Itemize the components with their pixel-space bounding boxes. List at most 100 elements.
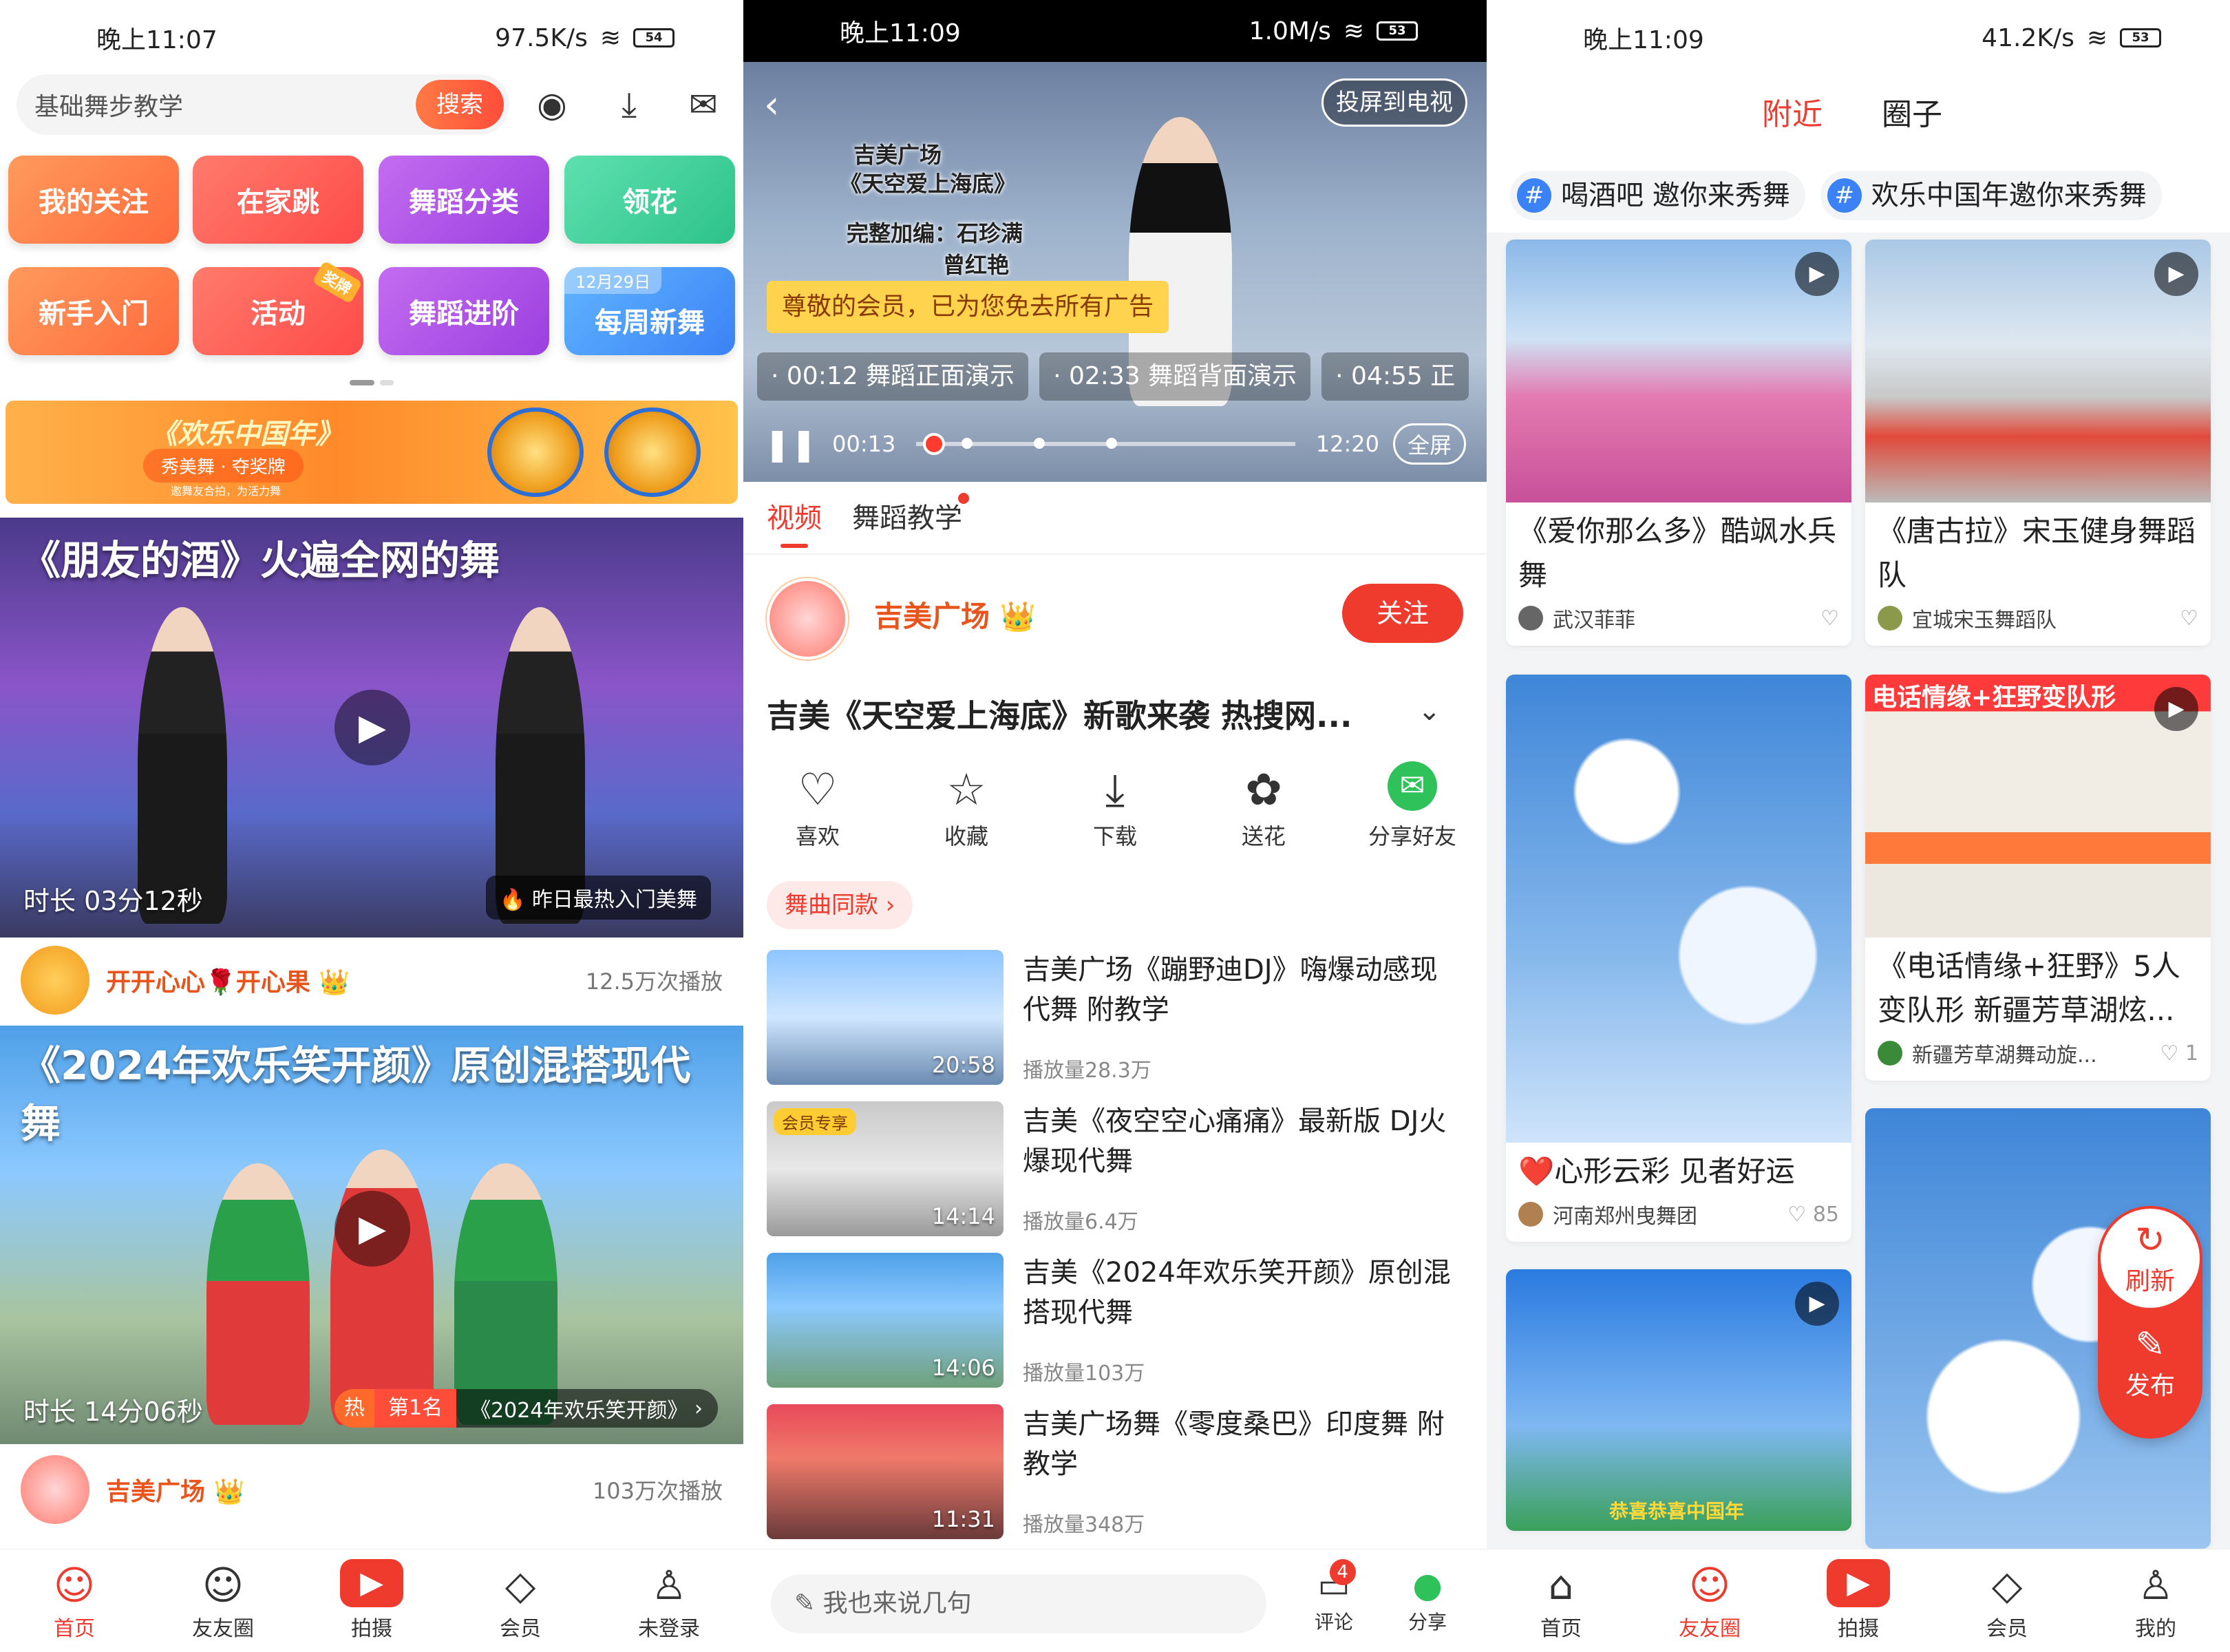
tab-membership[interactable]: ◇ 会员 — [1933, 1549, 2081, 1652]
grid-activities[interactable]: 活动 奖牌 — [193, 260, 363, 355]
related-video[interactable]: 会员专享 14:14 吉美《夜空空心痛痛》最新版 DJ火爆现代舞 播放量6.4万 — [767, 1101, 1463, 1236]
video-player[interactable]: ‹ 投屏到电视 吉美广场 《天空爱上海底》 完整加编：石珍满 曾红艳 尊敬的会员… — [743, 62, 1487, 482]
card-author: 宜城宋玉舞蹈队 — [1912, 608, 2057, 633]
tab-nearby[interactable]: 附近 — [1762, 89, 1823, 134]
same-song-tag[interactable]: 舞曲同款 › — [767, 881, 913, 929]
vip-badge: 会员专享 — [774, 1108, 856, 1135]
bottom-tab-bar: ☺ 首页 ☺ 友友圈 ▶ 拍摄 ◇ 会员 ♙ 未登录 — [0, 1549, 743, 1652]
avatar[interactable] — [21, 1455, 89, 1524]
camera-icon: ▶ — [1827, 1559, 1890, 1607]
search-input[interactable]: 基础舞步教学 搜索 — [17, 74, 509, 135]
channel-name[interactable]: 吉美广场 👑 — [874, 593, 1036, 635]
pause-icon[interactable]: ❚❚ — [764, 425, 817, 463]
video-author-row[interactable]: 吉美广场 👑 103万次播放 — [0, 1448, 743, 1531]
channel-avatar[interactable] — [767, 578, 848, 659]
chapter-item[interactable]: · 04:55 正 — [1321, 352, 1469, 401]
record-icon[interactable]: ◉ — [530, 83, 574, 127]
chevron-down-icon[interactable]: ⌄ — [1418, 695, 1441, 727]
tab-home[interactable]: ⌂ 首页 — [1487, 1549, 1635, 1652]
feed-card[interactable]: ▶ 《爱你那么多》酷飒水兵舞 武汉菲菲 ♡ — [1506, 240, 1851, 646]
send-flower-button[interactable]: ✿ 送花 — [1189, 761, 1338, 851]
promo-banner[interactable]: 《欢乐中国年》 秀美舞 · 夺奖牌 邀舞友合拍，为活力舞 — [6, 401, 738, 504]
author-name[interactable]: 吉美广场 👑 — [106, 1472, 593, 1507]
avatar[interactable] — [21, 946, 89, 1015]
refresh-button[interactable]: ↻ 刷新 — [2098, 1206, 2202, 1311]
progress-track[interactable] — [916, 433, 1295, 455]
video-author-row[interactable]: 开开心心🌹开心果 👑 12.5万次播放 — [0, 939, 743, 1021]
chapter-marker[interactable] — [1033, 438, 1045, 449]
download-icon[interactable]: ⤓ — [607, 83, 651, 127]
comment-bar: ✎ 我也来说几句 ▭ 4 评论 ● 分享 — [743, 1549, 1487, 1652]
banner-note: 邀舞友合拍，为活力舞 — [171, 485, 282, 498]
tab-me[interactable]: ♙ 我的 — [2081, 1549, 2230, 1652]
medal-icon — [487, 407, 584, 497]
heart-icon[interactable]: ♡ — [2180, 606, 2198, 631]
author-name[interactable]: 开开心心🌹开心果 👑 — [106, 962, 586, 998]
related-title: 吉美广场舞《零度桑巴》印度舞 附教学 — [1023, 1408, 1445, 1480]
tab-dance-tutorial[interactable]: 舞蹈教学 — [852, 493, 969, 536]
back-icon[interactable]: ‹ — [764, 83, 779, 127]
share-button[interactable]: ● 分享 — [1408, 1563, 1447, 1635]
related-video[interactable]: 11:31 吉美广场舞《零度桑巴》印度舞 附教学 播放量348万 — [767, 1404, 1463, 1539]
topic-chip[interactable]: # 欢乐中国年邀你来秀舞 — [1820, 171, 2162, 220]
comment-input[interactable]: ✎ 我也来说几句 — [771, 1574, 1266, 1633]
chapter-item[interactable]: · 00:12 舞蹈正面演示 — [757, 352, 1029, 401]
tab-videos[interactable]: 视频 — [767, 496, 822, 548]
crown-icon: 👑 — [213, 1478, 245, 1506]
mail-icon[interactable]: ✉ — [681, 83, 725, 127]
tab-shoot[interactable]: ▶ 拍摄 — [1784, 1549, 1933, 1652]
chapter-marker[interactable] — [1105, 438, 1117, 449]
progress-knob[interactable] — [923, 433, 946, 455]
tab-membership[interactable]: ◇ 会员 — [446, 1549, 595, 1652]
avatar — [1878, 606, 1902, 631]
status-bar: 晚上11:07 97.5K/s ≋ 54 — [0, 0, 743, 76]
chapter-marker[interactable] — [962, 438, 973, 449]
favorite-button[interactable]: ☆ 收藏 — [892, 761, 1041, 851]
floating-actions: ↻ 刷新 ✎ 发布 — [2098, 1206, 2202, 1439]
video-thumbnail: 会员专享 14:14 — [767, 1101, 1003, 1236]
follow-button[interactable]: 关注 — [1342, 584, 1463, 643]
grid-beginner[interactable]: 新手入门 — [8, 267, 179, 355]
grid-get-flowers[interactable]: 领花 — [564, 156, 735, 244]
user-icon: ♙ — [2138, 1562, 2174, 1609]
featured-video-1[interactable]: 《朋友的酒》火遍全网的舞 ▶ 时长 03分12秒 🔥 昨日最热入门美舞 — [0, 518, 743, 938]
share-friends-button[interactable]: ✉ 分享好友 — [1338, 761, 1487, 851]
search-button[interactable]: 搜索 — [416, 80, 504, 129]
grid-weekly-new[interactable]: 12月29日 每周新舞 — [564, 267, 735, 355]
tab-friends[interactable]: ☺ 友友圈 — [1635, 1549, 1784, 1652]
feed-card[interactable]: ▶ 恭喜恭喜中国年 — [1506, 1269, 1851, 1531]
like-button[interactable]: ♡ 喜欢 — [743, 761, 892, 851]
download-button[interactable]: ⤓ 下载 — [1041, 761, 1189, 851]
tab-login[interactable]: ♙ 未登录 — [595, 1549, 743, 1652]
feed-card[interactable]: 电话情缘+狂野变队形 ▶ 《电话情缘+狂野》5人变队形 新疆芳草湖炫... 新疆… — [1865, 675, 2211, 1081]
featured-video-2[interactable]: 《2024年欢乐笑开颜》原创混搭现代舞 ▶ 时长 14分06秒 — [0, 1026, 743, 1444]
grid-dance-categories[interactable]: 舞蹈分类 — [379, 156, 549, 244]
chapter-item[interactable]: · 02:33 舞蹈背面演示 — [1039, 352, 1311, 401]
play-icon[interactable]: ▶ — [334, 690, 410, 765]
feed-card[interactable]: ❤️心形云彩 见者好运 河南郑州曳舞团 ♡ 85 — [1506, 675, 1851, 1242]
play-icon[interactable]: ▶ — [334, 1191, 410, 1267]
related-video[interactable]: 14:06 吉美《2024年欢乐笑开颜》原创混搭现代舞 播放量103万 — [767, 1253, 1463, 1388]
heart-icon: ♡ — [798, 765, 838, 816]
tab-friends[interactable]: ☺ 友友圈 — [149, 1549, 297, 1652]
heart-icon[interactable]: ♡ — [1820, 606, 1839, 631]
comment-button[interactable]: ▭ 4 评论 — [1315, 1559, 1356, 1635]
network-speed: 41.2K/s — [1982, 23, 2074, 52]
chapter-list: · 00:12 舞蹈正面演示 · 02:33 舞蹈背面演示 · 04:55 正 — [757, 352, 1487, 401]
tab-circles[interactable]: 圈子 — [1882, 89, 1942, 134]
topic-chip[interactable]: # 喝酒吧 邀你来秀舞 — [1510, 171, 1805, 220]
tab-home[interactable]: ☺ 首页 — [0, 1549, 149, 1652]
tab-shoot[interactable]: ▶ 拍摄 — [297, 1549, 446, 1652]
cast-to-tv-button[interactable]: 投屏到电视 — [1321, 78, 1467, 127]
like-count[interactable]: ♡ 1 — [2160, 1041, 2198, 1066]
ranking-tag[interactable]: 热 第1名 《2024年欢乐笑开颜》 › — [334, 1389, 718, 1428]
video-title: 吉美《天空爱上海底》新歌来袭 热搜网... — [767, 697, 1352, 734]
post-button[interactable]: ✎ 发布 — [2125, 1324, 2175, 1401]
grid-advanced[interactable]: 舞蹈进阶 — [379, 267, 549, 355]
grid-home-dance[interactable]: 在家跳 — [193, 156, 363, 244]
feed-card[interactable]: ▶ 《唐古拉》宋玉健身舞蹈队 宜城宋玉舞蹈队 ♡ — [1865, 240, 2211, 646]
related-video[interactable]: 20:58 吉美广场《蹦野迪DJ》嗨爆动感现代舞 附教学 播放量28.3万 — [767, 950, 1463, 1085]
like-count[interactable]: ♡ 85 — [1787, 1203, 1839, 1227]
grid-my-follows[interactable]: 我的关注 — [8, 156, 179, 244]
fullscreen-button[interactable]: 全屏 — [1392, 423, 1466, 465]
